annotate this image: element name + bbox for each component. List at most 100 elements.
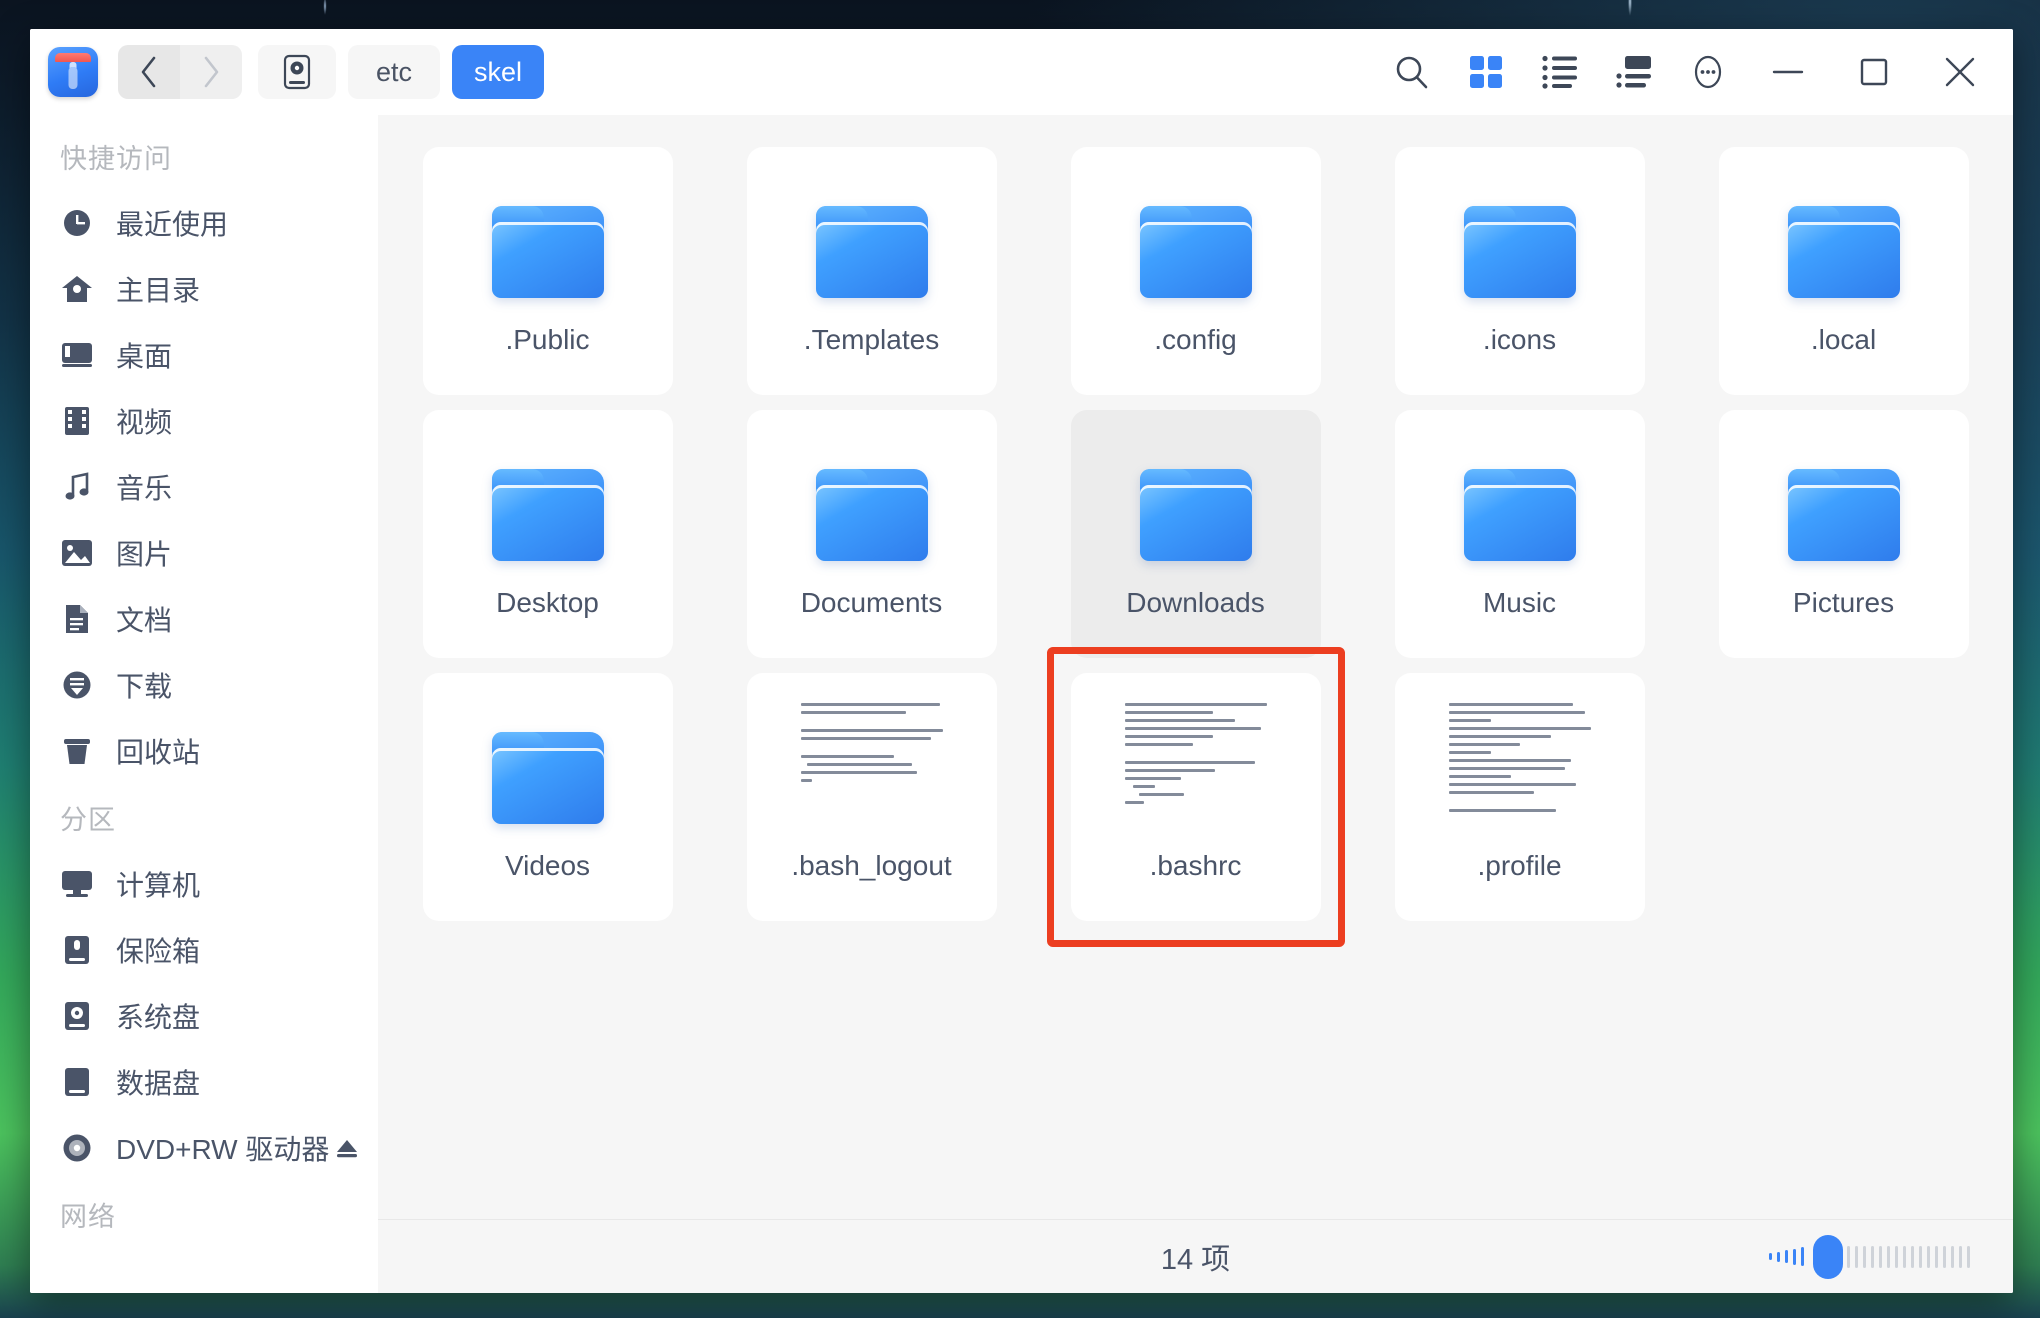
file-item-documents[interactable]: Documents xyxy=(746,409,997,658)
sidebar-item-safe-box[interactable]: 保险箱 xyxy=(30,917,378,983)
folder-icon xyxy=(1139,449,1252,581)
file-manager-icon xyxy=(48,47,98,97)
eject-icon[interactable] xyxy=(334,1135,360,1161)
sidebar-item-label: 桌面 xyxy=(116,341,173,372)
file-name: Documents xyxy=(800,586,943,618)
system-disk-icon xyxy=(60,999,94,1033)
file-item-icons[interactable]: .icons xyxy=(1394,146,1645,395)
text-file-preview-icon xyxy=(1124,702,1267,844)
sidebar-item-pictures[interactable]: 图片 xyxy=(30,520,378,586)
computer-icon xyxy=(60,867,94,901)
file-name: Downloads xyxy=(1126,586,1265,618)
optical-disc-icon xyxy=(60,1131,94,1165)
sidebar-item-videos[interactable]: 视频 xyxy=(30,388,378,454)
file-item-templates[interactable]: .Templates xyxy=(746,146,997,395)
breadcrumb-root-disk[interactable] xyxy=(258,45,336,99)
folder-icon xyxy=(815,186,928,318)
file-item-desktop[interactable]: Desktop xyxy=(422,409,673,658)
more-options-icon[interactable] xyxy=(1671,42,1745,102)
list-view-icon[interactable] xyxy=(1523,42,1597,102)
sidebar-item-label: DVD+RW 驱动器 xyxy=(116,1134,330,1165)
zoom-slider-knob[interactable] xyxy=(1813,1234,1843,1279)
sidebar-item-data-disk[interactable]: 数据盘 xyxy=(30,1049,378,1115)
file-item-videos[interactable]: Videos xyxy=(422,672,673,921)
file-cell: .bashrc xyxy=(1046,646,1345,947)
text-file-preview-icon xyxy=(800,702,943,844)
file-name: Music xyxy=(1482,586,1557,618)
file-cell: Music xyxy=(1384,402,1655,665)
file-cell: .icons xyxy=(1384,139,1655,402)
file-item-bash-logout[interactable]: .bash_logout xyxy=(746,672,997,921)
sidebar-item-label: 文档 xyxy=(116,605,173,636)
file-cell: Pictures xyxy=(1708,402,1979,665)
sidebar-item-label: 回收站 xyxy=(116,737,201,768)
file-name: Pictures xyxy=(1792,586,1895,618)
desktop-background: etc skel 快捷访问 最近使用 主目录 桌面 视频 音乐 图片 文档 下载… xyxy=(0,0,2040,1318)
sidebar: 快捷访问 最近使用 主目录 桌面 视频 音乐 图片 文档 下载 回收站 分区 计… xyxy=(30,115,378,1293)
file-item-music[interactable]: Music xyxy=(1394,409,1645,658)
breadcrumb-etc[interactable]: etc xyxy=(348,45,440,99)
maximize-icon[interactable] xyxy=(1831,42,1917,102)
folder-icon xyxy=(491,449,604,581)
detail-view-icon[interactable] xyxy=(1597,42,1671,102)
desktop-icon xyxy=(60,338,94,372)
file-item-public[interactable]: .Public xyxy=(422,146,673,395)
sidebar-item-system-disk[interactable]: 系统盘 xyxy=(30,983,378,1049)
sidebar-item-documents[interactable]: 文档 xyxy=(30,586,378,652)
sidebar-item-label: 最近使用 xyxy=(116,209,229,240)
file-name: Videos xyxy=(504,849,591,881)
close-icon[interactable] xyxy=(1917,42,2003,102)
sidebar-item-label: 视频 xyxy=(116,407,173,438)
item-count-label: 14 项 xyxy=(1160,1243,1231,1276)
file-item-downloads[interactable]: Downloads xyxy=(1070,409,1321,658)
file-item-config[interactable]: .config xyxy=(1070,146,1321,395)
data-disk-icon xyxy=(60,1065,94,1099)
sidebar-heading-network: 网络 xyxy=(60,1202,116,1232)
file-item-bashrc[interactable]: .bashrc xyxy=(1070,672,1321,921)
sidebar-item-label: 系统盘 xyxy=(116,1002,201,1033)
folder-icon xyxy=(1139,186,1252,318)
file-name: .bashrc xyxy=(1149,849,1242,881)
file-item-pictures[interactable]: Pictures xyxy=(1718,409,1969,658)
file-cell: .bash_logout xyxy=(736,665,1007,928)
file-name: .bash_logout xyxy=(791,849,952,881)
file-name: Desktop xyxy=(496,586,599,618)
file-cell: Downloads xyxy=(1060,402,1331,665)
grid-view-icon[interactable] xyxy=(1449,42,1523,102)
clock-icon xyxy=(60,206,94,240)
back-icon[interactable] xyxy=(118,45,180,99)
film-icon xyxy=(60,404,94,438)
search-icon[interactable] xyxy=(1375,42,1449,102)
forward-icon[interactable] xyxy=(180,45,242,99)
music-note-icon xyxy=(60,470,94,504)
sidebar-item-downloads[interactable]: 下载 xyxy=(30,652,378,718)
navigation-buttons xyxy=(118,45,242,99)
sidebar-heading-quick-access: 快捷访问 xyxy=(60,144,172,174)
file-item-profile[interactable]: .profile xyxy=(1394,672,1645,921)
window-toolbar: etc skel xyxy=(30,29,2013,115)
minimize-icon[interactable] xyxy=(1745,42,1831,102)
window-body: 快捷访问 最近使用 主目录 桌面 视频 音乐 图片 文档 下载 回收站 分区 计… xyxy=(30,115,2013,1293)
sidebar-item-music[interactable]: 音乐 xyxy=(30,454,378,520)
sidebar-item-trash[interactable]: 回收站 xyxy=(30,718,378,784)
file-name: .profile xyxy=(1477,849,1562,881)
sidebar-item-desktop[interactable]: 桌面 xyxy=(30,322,378,388)
sidebar-item-label: 下载 xyxy=(116,671,173,702)
sidebar-item-home[interactable]: 主目录 xyxy=(30,256,378,322)
file-manager-window: etc skel 快捷访问 最近使用 主目录 桌面 视频 音乐 图片 文档 下载… xyxy=(30,29,2013,1293)
file-name: .local xyxy=(1810,323,1877,355)
text-file-preview-icon xyxy=(1448,702,1591,844)
sidebar-item-dvd-drive[interactable]: DVD+RW 驱动器 xyxy=(30,1115,378,1181)
file-item-local[interactable]: .local xyxy=(1718,146,1969,395)
breadcrumb-skel[interactable]: skel xyxy=(452,45,545,99)
file-cell: .Templates xyxy=(736,139,1007,402)
file-cell-empty xyxy=(1708,665,1979,928)
download-icon xyxy=(60,668,94,702)
sidebar-heading-partitions: 分区 xyxy=(60,805,116,835)
sidebar-item-computer[interactable]: 计算机 xyxy=(30,851,378,917)
sidebar-item-label: 主目录 xyxy=(116,275,201,306)
sidebar-item-recent[interactable]: 最近使用 xyxy=(30,190,378,256)
zoom-slider[interactable] xyxy=(1769,1234,1975,1279)
trash-icon xyxy=(60,734,94,768)
folder-icon xyxy=(1463,186,1576,318)
